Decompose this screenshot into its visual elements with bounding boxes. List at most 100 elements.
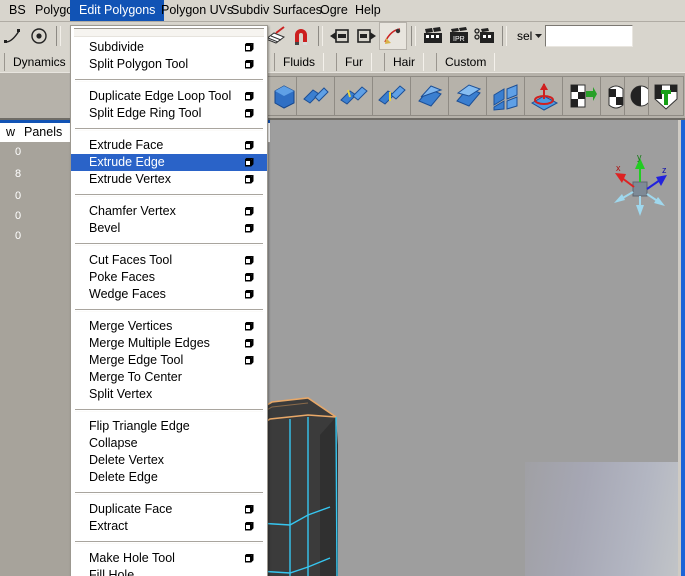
option-box-icon[interactable] (245, 207, 254, 216)
menu-item-delete-vertex[interactable]: Delete Vertex (71, 452, 267, 469)
menu-item-wedge-faces[interactable]: Wedge Faces (71, 286, 267, 303)
shelf-tab-custom[interactable]: Custom (436, 53, 496, 71)
selection-mask-dropdown[interactable]: sel (517, 29, 543, 43)
main-menubar[interactable]: BS Polygons Edit Polygons Polygon UVs Su… (0, 0, 685, 22)
option-box-icon[interactable] (245, 322, 254, 331)
menu-item-cut-faces-tool[interactable]: Cut Faces Tool (71, 252, 267, 269)
snap-to-point-icon[interactable] (26, 23, 52, 49)
menu-item-collapse[interactable]: Collapse (71, 435, 267, 452)
menu-item-label: Flip Triangle Edge (89, 419, 190, 433)
option-box-icon[interactable] (245, 43, 254, 52)
menu-item-extract[interactable]: Extract (71, 518, 267, 535)
output-connection-icon[interactable] (353, 23, 379, 49)
menu-item-merge-vertices[interactable]: Merge Vertices (71, 318, 267, 335)
shelf-icon-uv-automatic-map[interactable] (648, 76, 684, 116)
option-box-icon[interactable] (245, 339, 254, 348)
menu-item-extrude-edge[interactable]: Extrude Edge (71, 154, 267, 171)
menu-item-label: Duplicate Edge Loop Tool (89, 89, 232, 103)
render-icon[interactable] (420, 23, 446, 49)
menu-separator (75, 409, 263, 412)
channel-value[interactable]: 0 (0, 210, 36, 222)
menubar-item-help[interactable]: Help (346, 0, 390, 21)
menu-item-make-hole-tool[interactable]: Make Hole Tool (71, 550, 267, 567)
menu-item-split-edge-ring-tool[interactable]: Split Edge Ring Tool (71, 105, 267, 122)
channel-value[interactable]: 8 (0, 168, 36, 180)
render-settings-icon[interactable] (472, 23, 498, 49)
shelf-icon-polygon-sculpt[interactable] (524, 76, 564, 116)
panel-menu-item-panels[interactable]: Panels (18, 123, 68, 142)
menu-spacer (71, 122, 267, 125)
chevron-down-icon (534, 29, 543, 43)
menu-item-merge-edge-tool[interactable]: Merge Edge Tool (71, 352, 267, 369)
menu-item-extrude-vertex[interactable]: Extrude Vertex (71, 171, 267, 188)
option-box-icon[interactable] (245, 60, 254, 69)
shelf-icon-polygon-poke[interactable] (448, 76, 488, 116)
shelf-tab-dynamics[interactable]: Dynamics (4, 53, 75, 71)
menu-item-poke-faces[interactable]: Poke Faces (71, 269, 267, 286)
menu-item-flip-triangle-edge[interactable]: Flip Triangle Edge (71, 418, 267, 435)
shelf-icon-polygon-extrude-vertex[interactable] (372, 76, 412, 116)
option-box-icon[interactable] (245, 175, 254, 184)
menu-spacer (71, 303, 267, 306)
input-connection-icon[interactable] (327, 23, 353, 49)
shelf-tab-hair[interactable]: Hair (384, 53, 425, 71)
shelf-icon-uv-planar-map[interactable] (562, 76, 602, 116)
option-box-icon[interactable] (245, 356, 254, 365)
option-box-icon[interactable] (245, 109, 254, 118)
axis-orientation-gizmo: y x z (605, 152, 677, 222)
menu-spacer (71, 486, 267, 489)
construction-history-icon[interactable] (379, 22, 407, 50)
menu-item-delete-edge[interactable]: Delete Edge (71, 469, 267, 486)
edit-polygons-dropdown-menu[interactable]: Subdivide Split Polygon Tool Duplicate Edg… (70, 25, 268, 576)
menu-item-merge-multiple-edges[interactable]: Merge Multiple Edges (71, 335, 267, 352)
option-box-icon[interactable] (245, 290, 254, 299)
toolbar-separator (502, 26, 507, 46)
menu-item-merge-to-center[interactable]: Merge To Center (71, 369, 267, 386)
menu-item-split-polygon-tool[interactable]: Split Polygon Tool (71, 56, 267, 73)
menu-item-chamfer-vertex[interactable]: Chamfer Vertex (71, 203, 267, 220)
option-box-icon[interactable] (245, 273, 254, 282)
selection-mask-label: sel (517, 29, 533, 43)
menu-item-label: Collapse (89, 436, 138, 450)
menu-tearoff-handle[interactable] (74, 28, 264, 37)
menu-spacer (71, 188, 267, 191)
shelf-icon-polygon-extrude-edge[interactable] (334, 76, 374, 116)
menu-spacer (71, 73, 267, 76)
selection-input-field[interactable] (545, 25, 634, 47)
option-box-icon[interactable] (245, 158, 254, 167)
ipr-render-icon[interactable]: IPR (446, 23, 472, 49)
shelf-icon-polygon-extrude-face[interactable] (296, 76, 336, 116)
option-box-icon[interactable] (245, 92, 254, 101)
magnet-icon[interactable] (288, 23, 314, 49)
curve-icon[interactable] (0, 23, 26, 49)
svg-text:IPR: IPR (453, 36, 465, 43)
option-box-icon[interactable] (245, 141, 254, 150)
menu-item-subdivide[interactable]: Subdivide (71, 39, 267, 56)
option-box-icon[interactable] (245, 522, 254, 531)
menu-item-extrude-face[interactable]: Extrude Face (71, 137, 267, 154)
option-box-icon[interactable] (245, 224, 254, 233)
menu-item-fill-hole[interactable]: Fill Hole (71, 567, 267, 576)
toolbar-separator (411, 26, 416, 46)
channel-value[interactable]: 0 (0, 190, 36, 202)
shelf-icon-polygon-subdivide[interactable] (486, 76, 526, 116)
shelf-tab-fluids[interactable]: Fluids (274, 53, 325, 71)
menu-item-bevel[interactable]: Bevel (71, 220, 267, 237)
shelf-tab-fur[interactable]: Fur (336, 53, 372, 71)
channel-value[interactable]: 0 (0, 146, 36, 158)
option-box-icon[interactable] (245, 256, 254, 265)
menu-item-split-vertex[interactable]: Split Vertex (71, 386, 267, 403)
channel-value[interactable]: 0 (0, 230, 36, 242)
menu-spacer (71, 403, 267, 406)
menu-spacer (71, 237, 267, 240)
polygon-cylinder-mesh[interactable] (258, 395, 376, 576)
shelf-icon-polygon-wedge[interactable] (410, 76, 450, 116)
viewport-active-border[interactable] (681, 118, 685, 576)
option-box-icon[interactable] (245, 505, 254, 514)
channel-box[interactable]: 0 8 0 0 0 (0, 142, 70, 576)
menu-item-duplicate-edge-loop-tool[interactable]: Duplicate Edge Loop Tool (71, 88, 267, 105)
menubar-item-edit-polygons[interactable]: Edit Polygons (70, 0, 165, 21)
option-box-icon[interactable] (245, 554, 254, 563)
menu-item-duplicate-face[interactable]: Duplicate Face (71, 501, 267, 518)
viewport-gradient-overlay (525, 462, 685, 576)
